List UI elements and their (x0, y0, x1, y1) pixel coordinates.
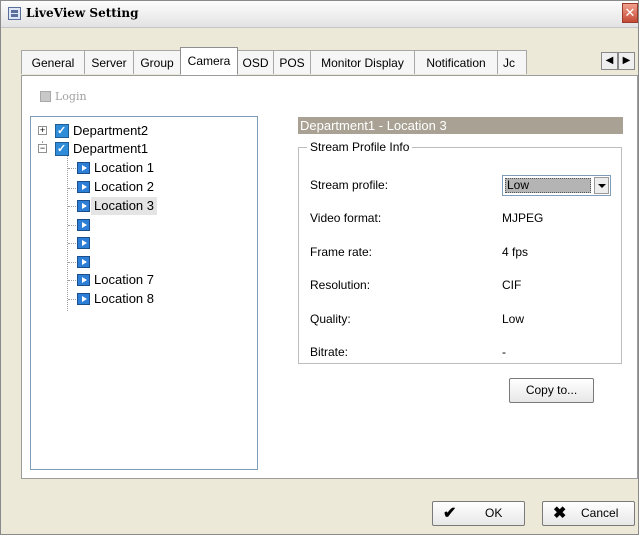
resolution-value: CIF (502, 278, 522, 292)
arrow-left-icon: ◀ (605, 55, 614, 66)
tree-line (68, 280, 76, 281)
tab-jc[interactable]: Jc (497, 50, 527, 74)
tab-general[interactable]: General (21, 50, 85, 74)
video-format-label: Video format: (310, 211, 382, 225)
stream-profile-value: Low (505, 178, 591, 193)
camera-icon (77, 181, 90, 193)
chevron-down-icon[interactable] (594, 177, 609, 194)
camera-icon (77, 219, 90, 231)
ok-button[interactable]: ✔ OK (432, 501, 525, 526)
department-icon (55, 140, 69, 158)
camera-icon (77, 200, 90, 212)
tree-item-label: Location 2 (94, 179, 154, 194)
tree-line (68, 299, 76, 300)
tree-line (67, 151, 68, 311)
tab-osd[interactable]: OSD (237, 50, 274, 74)
tab-bar: General Server Group Camera OSD POS Moni… (21, 47, 638, 76)
cancel-button[interactable]: ✖ Cancel (542, 501, 635, 526)
camera-icon (77, 256, 90, 268)
tab-server[interactable]: Server (84, 50, 134, 74)
tree-item-label: Location 1 (94, 160, 154, 175)
close-button[interactable]: ✕ (622, 3, 638, 23)
tree-item-label: Department2 (73, 123, 149, 138)
tree-line (68, 188, 76, 189)
camera-icon (77, 162, 90, 174)
tree-item-label: Location 8 (94, 291, 154, 306)
group-title: Stream Profile Info (307, 140, 413, 154)
video-format-value: MJPEG (502, 211, 544, 225)
camera-tree[interactable]: + Department2 − Department1 Location 1 L… (30, 116, 258, 470)
tab-scroll-right-button[interactable]: ▶ (618, 52, 635, 70)
frame-rate-label: Frame rate: (310, 245, 373, 259)
tab-notification[interactable]: Notification (414, 50, 498, 74)
tree-line (68, 206, 76, 207)
tree-line (68, 243, 76, 244)
resolution-label: Resolution: (310, 278, 371, 292)
tab-monitor-display[interactable]: Monitor Display (310, 50, 415, 74)
ok-label: OK (485, 506, 503, 520)
tab-camera[interactable]: Camera (180, 47, 238, 75)
login-icon (40, 91, 51, 102)
tree-item-department1[interactable]: − Department1 (31, 140, 251, 158)
arrow-right-icon: ▶ (622, 55, 631, 66)
x-icon: ✖ (553, 505, 567, 522)
copy-to-button[interactable]: Copy to... (509, 378, 594, 403)
tree-line (68, 225, 76, 226)
tree-line (68, 168, 76, 169)
department-icon (55, 122, 69, 140)
quality-value: Low (502, 312, 525, 326)
cancel-label: Cancel (581, 506, 619, 520)
tree-item-label-selected: Location 3 (91, 197, 157, 215)
login-label: Login (55, 90, 87, 103)
stream-profile-select[interactable]: Low (502, 175, 611, 196)
tree-item-label: Department1 (73, 141, 149, 156)
stream-profile-label: Stream profile: (310, 178, 389, 192)
app-icon (8, 7, 21, 20)
camera-icon (77, 274, 90, 286)
check-icon: ✔ (443, 505, 457, 522)
tab-pos[interactable]: POS (273, 50, 311, 74)
window-title: LiveView Setting (26, 6, 139, 20)
camera-icon (77, 293, 90, 305)
tree-item-label: Location 7 (94, 272, 154, 287)
liveview-setting-window: LiveView Setting ✕ General Server Group … (0, 0, 639, 535)
tab-group[interactable]: Group (133, 50, 181, 74)
selected-camera-header: Department1 - Location 3 (298, 117, 623, 134)
bitrate-label: Bitrate: (310, 345, 349, 359)
camera-icon (77, 237, 90, 249)
frame-rate-value: 4 fps (502, 245, 529, 259)
quality-label: Quality: (310, 312, 351, 326)
bitrate-value: - (502, 345, 506, 359)
expand-icon[interactable]: + (38, 126, 47, 135)
collapse-icon[interactable]: − (38, 144, 47, 153)
tab-scroll-left-button[interactable]: ◀ (601, 52, 618, 70)
title-bar: LiveView Setting ✕ (1, 1, 638, 28)
tree-item-department2[interactable]: + Department2 (31, 122, 251, 140)
tree-line (68, 262, 76, 263)
stream-profile-group: Stream Profile Info Stream profile: Low … (298, 140, 622, 364)
